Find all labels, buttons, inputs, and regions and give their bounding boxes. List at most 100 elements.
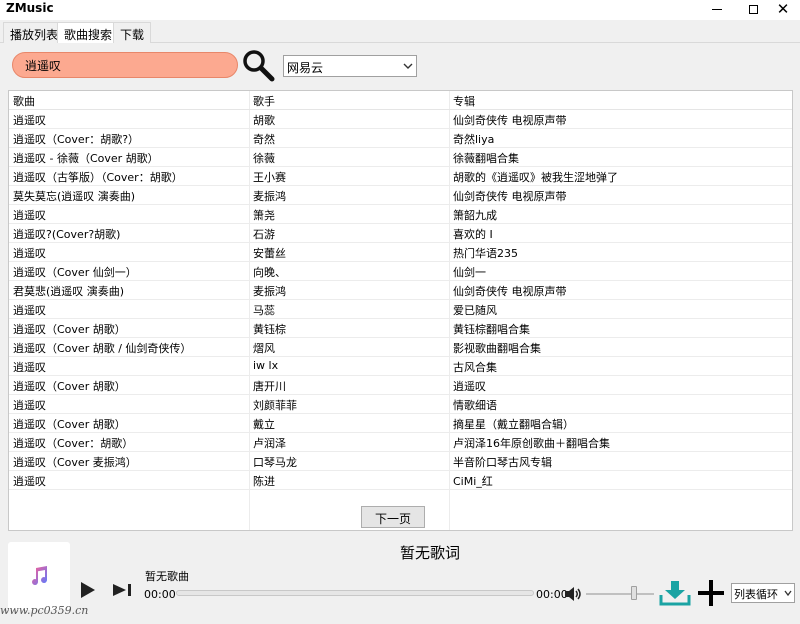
table-row[interactable]: 逍遥叹 箫尧 箫韶九成 bbox=[9, 205, 792, 224]
cell-album: 仙剑奇侠传 电视原声带 bbox=[453, 190, 567, 203]
magnifier-icon[interactable] bbox=[241, 48, 275, 82]
close-icon: ✕ bbox=[776, 0, 790, 18]
column-header-artist[interactable]: 歌手 bbox=[249, 91, 449, 110]
volume-slider[interactable] bbox=[586, 593, 654, 595]
cell-artist: 王小赛 bbox=[253, 171, 286, 184]
search-panel: 逍遥叹 网易云 歌曲 歌手 专辑 逍遥叹 胡歌 仙剑奇侠传 电视原声带 逍遥叹（Cov… bbox=[0, 43, 800, 537]
cell-artist: 刘颜菲菲 bbox=[253, 399, 297, 412]
cell-album: 仙剑奇侠传 电视原声带 bbox=[453, 285, 567, 298]
cell-song: 逍遥叹（Cover 胡歌） bbox=[13, 323, 126, 336]
cell-album: 奇然liya bbox=[453, 133, 495, 146]
minimize-icon bbox=[712, 8, 722, 10]
cell-song: 君莫悲(逍遥叹 演奏曲) bbox=[13, 285, 125, 298]
cell-song: 逍遥叹 bbox=[13, 209, 46, 222]
table-row[interactable]: 逍遥叹（Cover 麦振鸿） 口琴马龙 半音阶口琴古风专辑 bbox=[9, 452, 792, 471]
cell-artist: 口琴马龙 bbox=[253, 456, 297, 469]
table-row[interactable]: 君莫悲(逍遥叹 演奏曲) 麦振鸿 仙剑奇侠传 电视原声带 bbox=[9, 281, 792, 300]
cell-artist: 熠风 bbox=[253, 342, 275, 355]
cell-song: 逍遥叹（Cover 胡歌） bbox=[13, 380, 126, 393]
column-header-album[interactable]: 专辑 bbox=[449, 91, 792, 110]
cell-artist: 戴立 bbox=[253, 418, 275, 431]
table-row[interactable]: 逍遥叹（Cover 胡歌） 唐开川 逍遥叹 bbox=[9, 376, 792, 395]
current-song-title: 暂无歌曲 bbox=[145, 570, 189, 583]
table-row[interactable]: 逍遥叹 - 徐薇（Cover 胡歌） 徐薇 徐薇翻唱合集 bbox=[9, 148, 792, 167]
table-row[interactable]: 莫失莫忘(逍遥叹 演奏曲) 麦振鸿 仙剑奇侠传 电视原声带 bbox=[9, 186, 792, 205]
table-row[interactable]: 逍遥叹?(Cover?胡歌) 石游 喜欢的 I bbox=[9, 224, 792, 243]
maximize-icon bbox=[748, 4, 758, 14]
cell-album: 箫韶九成 bbox=[453, 209, 497, 222]
source-select-value: 网易云 bbox=[287, 61, 324, 75]
cell-album: 仙剑奇侠传 电视原声带 bbox=[453, 114, 567, 127]
music-note-icon bbox=[32, 566, 48, 586]
tab-playlist[interactable]: 播放列表 bbox=[3, 22, 66, 43]
cell-album: 半音阶口琴古风专辑 bbox=[453, 456, 552, 469]
title-bar: ZMusic ✕ bbox=[0, 0, 800, 18]
next-icon[interactable] bbox=[112, 583, 134, 597]
table-row[interactable]: 逍遥叹 iw lx 古风合集 bbox=[9, 357, 792, 376]
cell-album: 仙剑一 bbox=[453, 266, 486, 279]
cell-song: 莫失莫忘(逍遥叹 演奏曲) bbox=[13, 190, 136, 203]
cell-song: 逍遥叹（Cover：胡歌） bbox=[13, 437, 134, 450]
progress-slider[interactable] bbox=[176, 590, 534, 596]
cell-artist: iw lx bbox=[253, 359, 279, 372]
table-row[interactable]: 逍遥叹（Cover：胡歌） 卢润泽 卢润泽16年原创歌曲＋翻唱合集 bbox=[9, 433, 792, 452]
table-row[interactable]: 逍遥叹（Cover 仙剑一） 向晚、 仙剑一 bbox=[9, 262, 792, 281]
table-row[interactable]: 逍遥叹 刘颜菲菲 情歌细语 bbox=[9, 395, 792, 414]
column-header-song[interactable]: 歌曲 bbox=[9, 91, 249, 110]
table-row[interactable]: 逍遥叹 马蕊 爱已随风 bbox=[9, 300, 792, 319]
cell-song: 逍遥叹（Cover 胡歌） bbox=[13, 418, 126, 431]
add-icon[interactable] bbox=[697, 579, 725, 607]
chevron-down-icon bbox=[784, 590, 792, 597]
search-input[interactable]: 逍遥叹 bbox=[12, 52, 238, 78]
table-row[interactable]: 逍遥叹（古筝版）（Cover：胡歌） 王小赛 胡歌的《逍遥叹》被我生涩地弹了 bbox=[9, 167, 792, 186]
play-mode-select[interactable]: 列表循环 bbox=[731, 583, 795, 603]
source-select[interactable]: 网易云 bbox=[283, 55, 417, 77]
table-row[interactable]: 逍遥叹（Cover 胡歌） 黄钰棕 黄钰棕翻唱合集 bbox=[9, 319, 792, 338]
cell-song: 逍遥叹 bbox=[13, 114, 46, 127]
window-title: ZMusic bbox=[6, 1, 54, 15]
volume-icon[interactable] bbox=[564, 586, 582, 602]
cell-album: 摘星星（戴立翻唱合辑） bbox=[453, 418, 574, 431]
table-row[interactable]: 逍遥叹 陈进 CiMi_红 bbox=[9, 471, 792, 490]
cell-album: 胡歌的《逍遥叹》被我生涩地弹了 bbox=[453, 171, 618, 184]
play-icon[interactable] bbox=[80, 581, 96, 599]
cell-song: 逍遥叹 - 徐薇（Cover 胡歌） bbox=[13, 152, 159, 165]
close-button[interactable]: ✕ bbox=[766, 0, 800, 18]
cell-song: 逍遥叹?(Cover?胡歌) bbox=[13, 228, 121, 241]
cell-song: 逍遥叹 bbox=[13, 304, 46, 317]
cell-artist: 黄钰棕 bbox=[253, 323, 286, 336]
cell-artist: 安蕾丝 bbox=[253, 247, 286, 260]
table-row[interactable]: 逍遥叹（Cover 胡歌 / 仙剑奇侠传） 熠风 影视歌曲翻唱合集 bbox=[9, 338, 792, 357]
play-mode-value: 列表循环 bbox=[734, 588, 778, 601]
cell-album: 古风合集 bbox=[453, 361, 497, 374]
download-icon[interactable] bbox=[659, 580, 691, 606]
cell-song: 逍遥叹（古筝版）（Cover：胡歌） bbox=[13, 171, 183, 184]
total-time: 00:00 bbox=[536, 588, 568, 601]
cell-song: 逍遥叹 bbox=[13, 399, 46, 412]
cell-song: 逍遥叹 bbox=[13, 361, 46, 374]
current-time: 00:00 bbox=[144, 588, 176, 601]
table-row[interactable]: 逍遥叹（Cover：胡歌?） 奇然 奇然liya bbox=[9, 129, 792, 148]
cell-album: 喜欢的 I bbox=[453, 228, 493, 241]
table-row[interactable]: 逍遥叹 胡歌 仙剑奇侠传 电视原声带 bbox=[9, 110, 792, 129]
cell-song: 逍遥叹 bbox=[13, 475, 46, 488]
chevron-down-icon bbox=[403, 63, 413, 69]
tab-song-search[interactable]: 歌曲搜索 bbox=[57, 22, 120, 44]
cell-artist: 陈进 bbox=[253, 475, 275, 488]
cell-song: 逍遥叹（Cover 麦振鸿） bbox=[13, 456, 137, 469]
cell-song: 逍遥叹（Cover：胡歌?） bbox=[13, 133, 140, 146]
table-row[interactable]: 逍遥叹（Cover 胡歌） 戴立 摘星星（戴立翻唱合辑） bbox=[9, 414, 792, 433]
cell-album: 徐薇翻唱合集 bbox=[453, 152, 519, 165]
tab-bar: 播放列表 歌曲搜索 下载 bbox=[0, 20, 800, 44]
cell-artist: 马蕊 bbox=[253, 304, 275, 317]
next-page-button[interactable]: 下一页 bbox=[361, 506, 425, 528]
player-bar: 暂无歌词 暂无歌曲 00:00 00:00 列表循环 www.pc0359.cn bbox=[0, 537, 800, 624]
cell-artist: 麦振鸿 bbox=[253, 285, 286, 298]
cell-artist: 箫尧 bbox=[253, 209, 275, 222]
volume-slider-thumb[interactable] bbox=[630, 586, 637, 600]
tab-download[interactable]: 下载 bbox=[113, 22, 152, 43]
cell-album: 爱已随风 bbox=[453, 304, 497, 317]
cell-album: CiMi_红 bbox=[453, 475, 493, 488]
table-row[interactable]: 逍遥叹 安蕾丝 热门华语235 bbox=[9, 243, 792, 262]
cell-artist: 卢润泽 bbox=[253, 437, 286, 450]
